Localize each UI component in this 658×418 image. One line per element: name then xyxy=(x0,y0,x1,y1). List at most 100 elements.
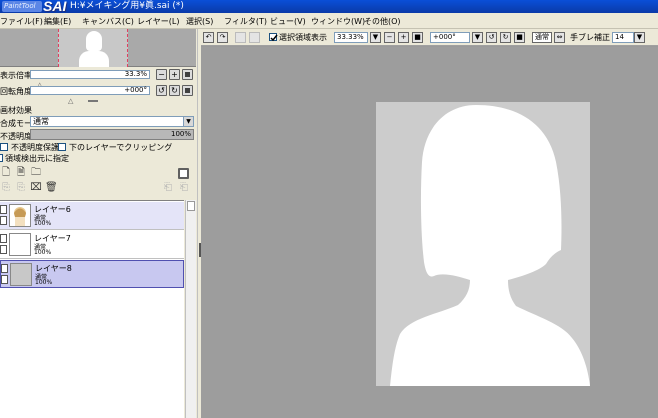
stabilizer-select[interactable]: 14 xyxy=(612,32,634,43)
scrollbar-thumb[interactable] xyxy=(187,201,195,211)
app-logo: PaintTool SAI xyxy=(2,0,66,14)
silhouette-body xyxy=(79,51,109,67)
rotate-reset-button[interactable] xyxy=(182,85,193,96)
zoom-dropdown-icon[interactable]: ▼ xyxy=(370,32,381,43)
rotate-right-button[interactable]: ↻ xyxy=(169,85,180,96)
angle-dropdown-icon[interactable]: ▼ xyxy=(472,32,483,43)
blend-mode-value: 通常 xyxy=(33,117,49,126)
canvas-zoom-reset-icon[interactable]: ■ xyxy=(412,32,423,43)
layer-opacity: 100% xyxy=(35,279,53,286)
artboard[interactable] xyxy=(376,102,590,386)
layer-list: レイヤー6 通常 100% レイヤー7 通常 100% レイヤー8 通常 100… xyxy=(0,200,184,418)
left-panel: 表示倍率 33.3% − + △ 回転角度 +000° ↺ ↻ △ 画材効果 合… xyxy=(0,29,197,418)
menu-layer[interactable]: レイヤー(L) xyxy=(137,16,179,27)
canvas-rotate-reset-icon[interactable]: ■ xyxy=(514,32,525,43)
menu-window[interactable]: ウィンドウ(W) xyxy=(311,16,365,27)
layer-row[interactable]: レイヤー6 通常 100% xyxy=(0,202,184,230)
visibility-toggle-icon[interactable] xyxy=(1,264,8,273)
layer-opacity: 100% xyxy=(34,220,52,227)
menu-view[interactable]: ビュー(V) xyxy=(270,16,306,27)
angle-slider[interactable]: +000° xyxy=(30,86,150,95)
silhouette-head xyxy=(86,31,102,51)
zoom-out-button[interactable]: − xyxy=(156,69,167,80)
zoom-value: 33.3% xyxy=(124,70,147,78)
canvas-angle-field[interactable]: +000° xyxy=(430,32,470,43)
undo-icon[interactable]: ↶ xyxy=(203,32,214,43)
menu-file[interactable]: ファイル(F) xyxy=(0,16,43,27)
title-bar: PaintTool SAI H:¥メイキング用¥眞.sai (*) xyxy=(0,0,658,14)
stabilizer-value: 14 xyxy=(615,33,624,41)
show-selection-label: 選択領域表示 xyxy=(279,33,327,42)
clipping-label: 下のレイヤーでクリッピング xyxy=(69,143,173,152)
canvas-rotate-right-icon[interactable]: ↻ xyxy=(500,32,511,43)
panel-grip[interactable] xyxy=(88,100,98,102)
menu-bar: ファイル(F) 編集(E) キャンバス(C) レイヤー(L) 選択(S) フィル… xyxy=(0,13,658,29)
layer-panel-toggle-icon[interactable] xyxy=(178,168,189,179)
protect-opacity-label: 不透明度保護 xyxy=(11,143,59,152)
stabilizer-dropdown-icon[interactable]: ▼ xyxy=(634,32,645,43)
zoom-row: 表示倍率 33.3% − + xyxy=(0,69,197,81)
layer-scrollbar[interactable] xyxy=(185,200,196,418)
show-selection-checkbox[interactable] xyxy=(269,33,278,42)
layer-down-icon[interactable]: ⎗ xyxy=(178,182,190,194)
menu-select[interactable]: 選択(S) xyxy=(186,16,213,27)
layer-thumbnail xyxy=(10,263,32,286)
angle-row: 回転角度 +000° ↺ ↻ xyxy=(0,85,197,97)
opacity-value: 100% xyxy=(170,130,191,138)
layer-opacity: 100% xyxy=(34,249,52,256)
clear-layer-icon[interactable]: ⌧ xyxy=(30,182,42,194)
menu-filter[interactable]: フィルタ(T) xyxy=(224,16,267,27)
deselect-icon[interactable] xyxy=(235,32,246,43)
merge-down-icon[interactable]: ⎘ xyxy=(15,182,27,194)
layer-row[interactable]: レイヤー7 通常 100% xyxy=(0,231,184,259)
blend-mode-select[interactable]: 通常 ▼ xyxy=(30,116,194,127)
window-title: H:¥メイキング用¥眞.sai (*) xyxy=(70,1,184,11)
menu-other[interactable]: その他(O) xyxy=(364,16,401,27)
logo-small-text: PaintTool xyxy=(2,1,42,12)
layer-thumbnail xyxy=(9,233,31,256)
layer-thumbnail xyxy=(9,204,31,227)
view-mode-button[interactable]: 通常 xyxy=(532,32,552,43)
canvas-toolbar: ↶ ↷ 選択領域表示 33.33% ▼ − + ■ +000° ▼ ↺ ↻ ■ … xyxy=(201,29,658,46)
navigator-thumbnail[interactable] xyxy=(58,29,128,67)
stabilizer-label: 手ブレ補正 xyxy=(570,33,610,42)
new-folder-icon[interactable]: 🗀 xyxy=(30,167,42,179)
flip-icon[interactable]: ⇔ xyxy=(554,32,565,43)
canvas-zoom-out-icon[interactable]: − xyxy=(384,32,395,43)
delete-layer-icon[interactable]: 🗑 xyxy=(45,182,58,194)
angle-value: +000° xyxy=(124,86,147,94)
lock-toggle-icon[interactable] xyxy=(1,275,8,284)
redo-icon[interactable]: ↷ xyxy=(217,32,228,43)
menu-canvas[interactable]: キャンバス(C) xyxy=(82,16,134,27)
selection-source-label: 領域検出元に指定 xyxy=(5,154,69,163)
navigator-preview[interactable] xyxy=(0,29,196,67)
visibility-toggle-icon[interactable] xyxy=(0,234,7,243)
angle-label: 回転角度 xyxy=(0,87,32,96)
canvas-zoom-in-icon[interactable]: + xyxy=(398,32,409,43)
opacity-label: 不透明度 xyxy=(0,132,32,141)
new-layer-icon[interactable]: 🗋 xyxy=(0,167,12,179)
zoom-slider[interactable]: 33.3% xyxy=(30,70,150,79)
selection-source-checkbox[interactable] xyxy=(0,154,3,162)
protect-opacity-checkbox[interactable] xyxy=(0,143,8,151)
invert-selection-icon[interactable] xyxy=(249,32,260,43)
layer-up-icon[interactable]: ⎗ xyxy=(162,182,174,194)
zoom-reset-button[interactable] xyxy=(182,69,193,80)
opacity-slider[interactable]: 100% xyxy=(30,129,194,140)
zoom-in-button[interactable]: + xyxy=(169,69,180,80)
visibility-toggle-icon[interactable] xyxy=(0,205,7,214)
lock-toggle-icon[interactable] xyxy=(0,245,7,254)
layer-row[interactable]: レイヤー8 通常 100% xyxy=(0,260,184,288)
canvas-rotate-left-icon[interactable]: ↺ xyxy=(486,32,497,43)
menu-edit[interactable]: 編集(E) xyxy=(44,16,71,27)
chevron-down-icon: ▼ xyxy=(183,117,193,126)
new-vector-layer-icon[interactable]: 🗎 xyxy=(15,167,27,179)
rotate-left-button[interactable]: ↺ xyxy=(156,85,167,96)
transfer-down-icon[interactable]: ⎘ xyxy=(0,182,12,194)
character-silhouette xyxy=(390,105,590,386)
canvas-area[interactable] xyxy=(201,47,658,418)
canvas-zoom-field[interactable]: 33.33% xyxy=(334,32,368,43)
clipping-checkbox[interactable] xyxy=(58,143,66,151)
lock-toggle-icon[interactable] xyxy=(0,216,7,225)
zoom-label: 表示倍率 xyxy=(0,71,32,80)
